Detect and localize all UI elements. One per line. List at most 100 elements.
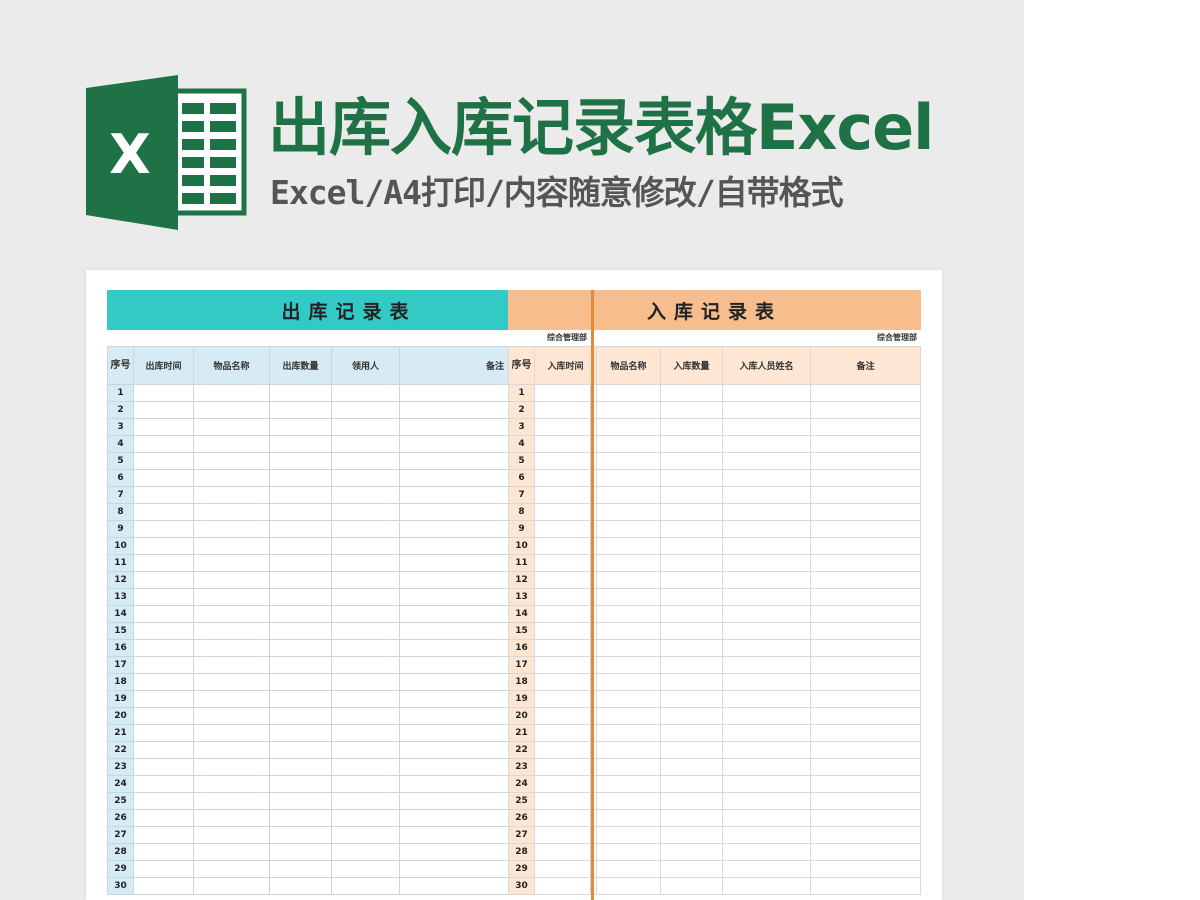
table-cell[interactable] [193,537,270,555]
table-cell[interactable] [193,486,270,504]
table-cell[interactable] [133,401,194,419]
table-cell[interactable] [193,418,270,436]
table-cell[interactable] [660,809,723,827]
table-cell[interactable] [660,673,723,691]
table-cell[interactable] [810,588,921,606]
table-cell[interactable] [660,656,723,674]
table-cell[interactable] [810,537,921,555]
table-cell[interactable] [660,741,723,759]
table-cell[interactable] [269,418,332,436]
table-cell[interactable] [660,418,723,436]
table-cell[interactable] [596,656,661,674]
table-cell[interactable] [193,554,270,572]
table-cell[interactable] [331,418,400,436]
table-cell[interactable] [269,503,332,521]
table-cell[interactable] [810,384,921,402]
table-cell[interactable] [331,469,400,487]
table-cell[interactable] [722,775,811,793]
table-cell[interactable] [133,520,194,538]
table-cell[interactable] [722,792,811,810]
table-cell[interactable] [810,707,921,725]
table-cell[interactable] [722,605,811,623]
table-cell[interactable] [660,537,723,555]
table-cell[interactable] [810,860,921,878]
table-cell[interactable] [331,622,400,640]
table-cell[interactable] [534,741,597,759]
table-cell[interactable] [331,826,400,844]
table-cell[interactable] [193,741,270,759]
table-cell[interactable] [269,435,332,453]
table-cell[interactable] [331,503,400,521]
table-cell[interactable] [133,775,194,793]
table-cell[interactable] [133,690,194,708]
table-cell[interactable] [133,639,194,657]
table-cell[interactable] [133,554,194,572]
table-cell[interactable] [193,724,270,742]
table-cell[interactable] [722,622,811,640]
table-cell[interactable] [596,809,661,827]
table-cell[interactable] [660,775,723,793]
table-cell[interactable] [269,843,332,861]
table-cell[interactable] [660,384,723,402]
table-cell[interactable] [722,384,811,402]
table-cell[interactable] [133,622,194,640]
table-cell[interactable] [534,571,597,589]
table-cell[interactable] [534,503,597,521]
table-cell[interactable] [133,656,194,674]
table-cell[interactable] [269,622,332,640]
table-cell[interactable] [596,741,661,759]
table-cell[interactable] [810,639,921,657]
table-cell[interactable] [810,418,921,436]
table-cell[interactable] [331,537,400,555]
table-cell[interactable] [596,622,661,640]
table-cell[interactable] [269,639,332,657]
table-cell[interactable] [596,554,661,572]
table-cell[interactable] [660,401,723,419]
table-cell[interactable] [660,690,723,708]
table-cell[interactable] [269,469,332,487]
table-cell[interactable] [722,673,811,691]
table-cell[interactable] [269,554,332,572]
table-cell[interactable] [596,435,661,453]
table-cell[interactable] [596,571,661,589]
table-cell[interactable] [810,673,921,691]
table-cell[interactable] [331,775,400,793]
table-cell[interactable] [133,418,194,436]
table-cell[interactable] [810,877,921,895]
table-cell[interactable] [596,758,661,776]
table-cell[interactable] [193,707,270,725]
table-cell[interactable] [596,588,661,606]
table-cell[interactable] [660,452,723,470]
table-cell[interactable] [193,843,270,861]
table-cell[interactable] [193,571,270,589]
table-cell[interactable] [331,758,400,776]
table-cell[interactable] [722,503,811,521]
table-cell[interactable] [269,452,332,470]
table-cell[interactable] [722,758,811,776]
table-cell[interactable] [722,588,811,606]
table-cell[interactable] [193,656,270,674]
table-cell[interactable] [810,741,921,759]
table-cell[interactable] [133,809,194,827]
table-cell[interactable] [534,809,597,827]
table-cell[interactable] [193,860,270,878]
table-cell[interactable] [596,877,661,895]
table-cell[interactable] [722,537,811,555]
table-cell[interactable] [810,554,921,572]
table-cell[interactable] [596,401,661,419]
table-cell[interactable] [810,656,921,674]
table-cell[interactable] [269,724,332,742]
table-cell[interactable] [193,384,270,402]
table-cell[interactable] [596,520,661,538]
table-cell[interactable] [722,554,811,572]
table-cell[interactable] [722,452,811,470]
table-cell[interactable] [331,673,400,691]
table-cell[interactable] [534,435,597,453]
table-cell[interactable] [269,707,332,725]
table-cell[interactable] [534,707,597,725]
table-cell[interactable] [193,758,270,776]
table-cell[interactable] [596,639,661,657]
table-cell[interactable] [269,656,332,674]
table-cell[interactable] [722,860,811,878]
table-cell[interactable] [133,486,194,504]
